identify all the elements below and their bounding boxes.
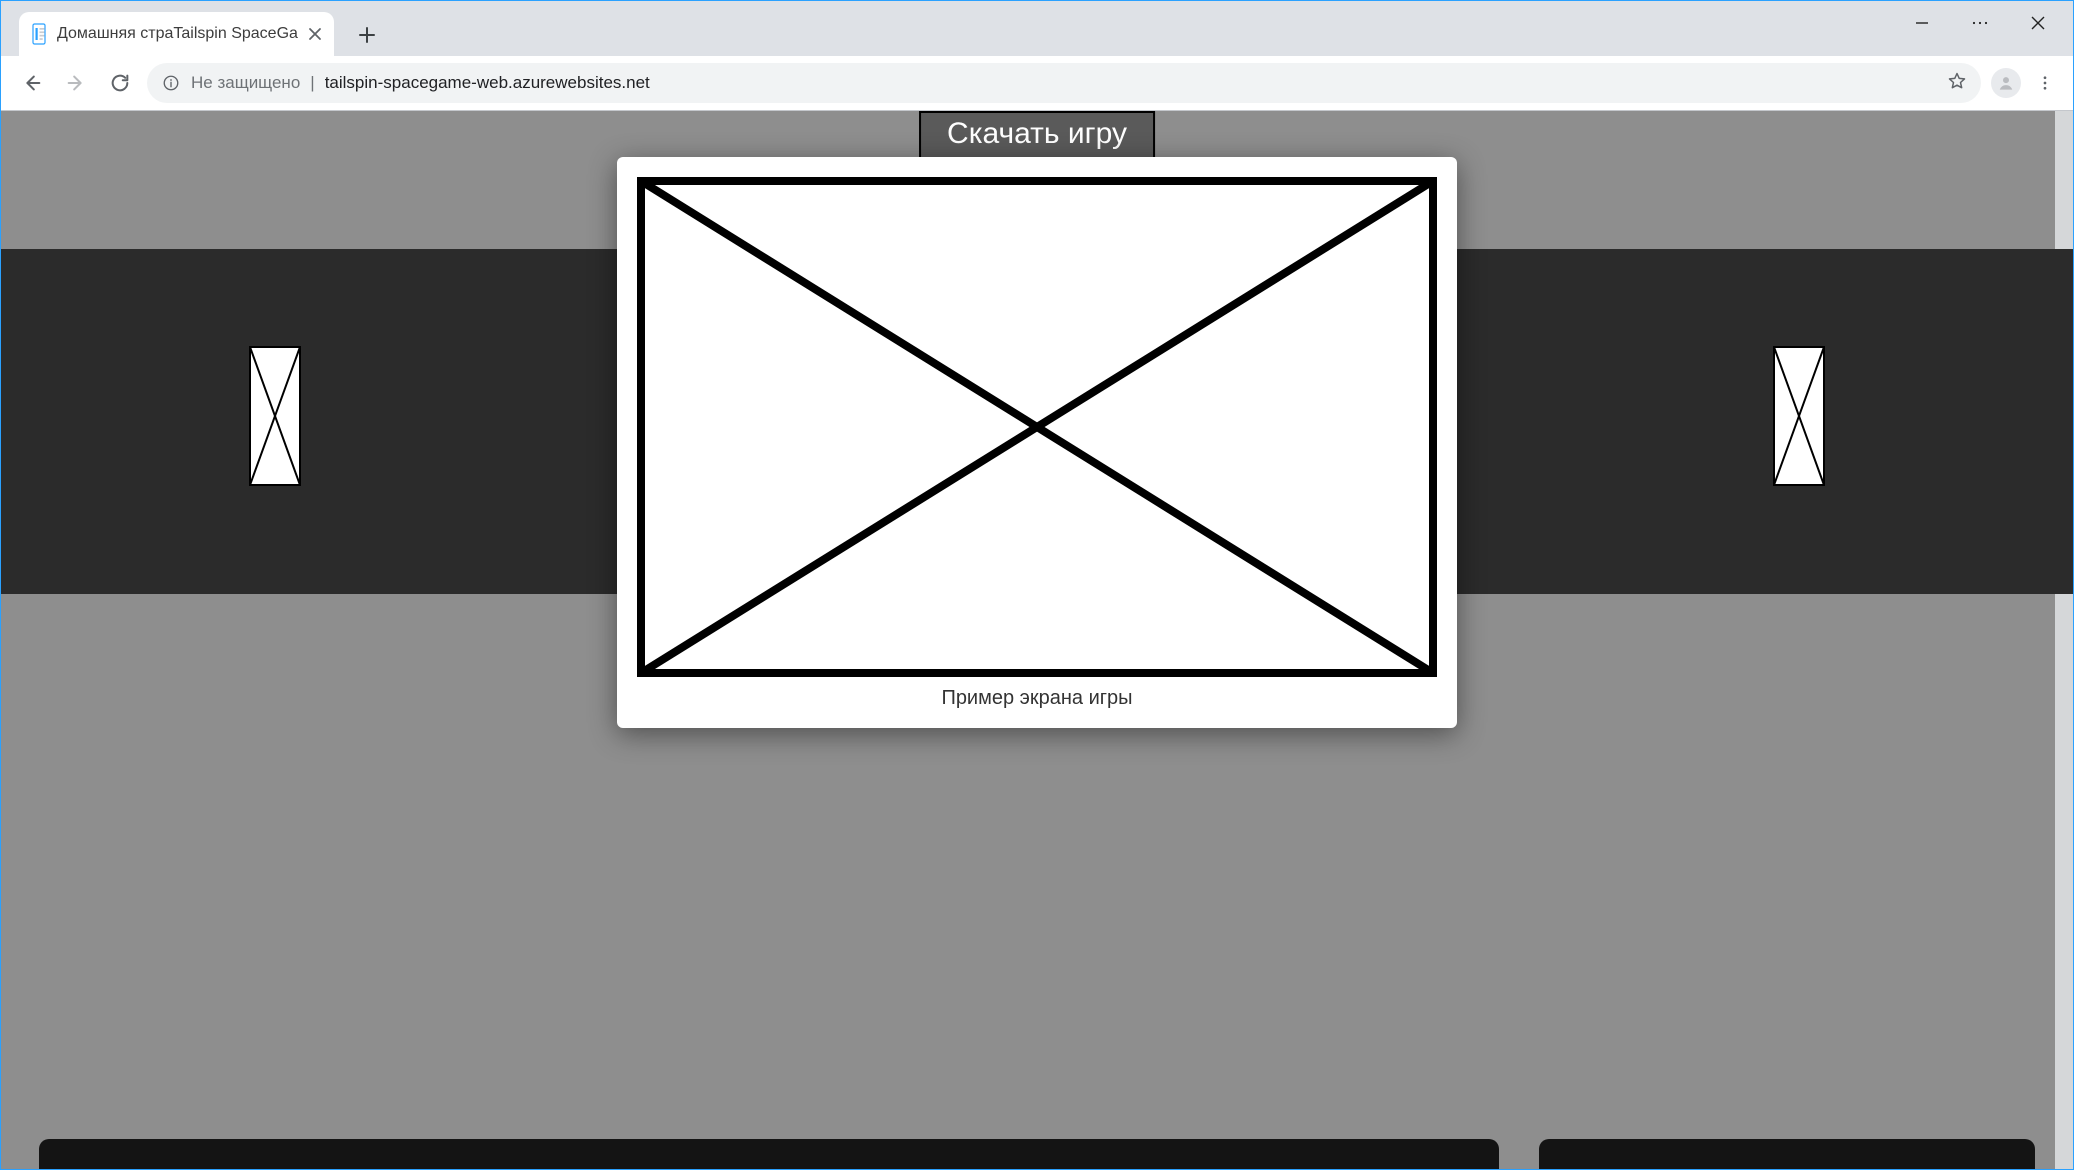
bookmark-star-icon[interactable]	[1947, 71, 1967, 96]
tab-title: Домашняя страTailspin SpaceGame	[57, 25, 298, 43]
browser-toolbar: Не защищено | tailspin-spacegame-web.azu…	[1, 56, 2073, 110]
menu-kebab-button[interactable]	[2031, 69, 2059, 97]
forward-button[interactable]	[59, 66, 93, 100]
profile-avatar-button[interactable]	[1991, 68, 2021, 98]
modal-image-placeholder	[637, 177, 1437, 677]
bottom-tab-2[interactable]	[1539, 1139, 2035, 1169]
download-game-label: Скачать игру	[947, 117, 1127, 150]
modal-caption: Пример экрана игры	[637, 687, 1437, 710]
thumbnail-left[interactable]	[249, 346, 301, 486]
page-bottom-tabs	[39, 1139, 2035, 1169]
info-icon[interactable]	[161, 73, 181, 93]
tab-strip: Домашняя страTailspin SpaceGame	[1, 1, 2073, 56]
tab-title-prefix: Домашняя стра	[57, 25, 173, 42]
new-tab-button[interactable]	[352, 20, 382, 50]
window-maximize-button[interactable]	[1951, 3, 2009, 43]
window-controls	[1893, 3, 2067, 43]
page-viewport: Скачать игру Пример экрана игры	[1, 111, 2073, 1169]
reload-button[interactable]	[103, 66, 137, 100]
url-separator: |	[310, 73, 314, 93]
url-text: tailspin-spacegame-web.azurewebsites.net	[325, 73, 650, 93]
favicon-icon	[31, 23, 49, 45]
bottom-tab-1[interactable]	[39, 1139, 1499, 1169]
window-minimize-button[interactable]	[1893, 3, 1951, 43]
back-button[interactable]	[15, 66, 49, 100]
window-close-button[interactable]	[2009, 3, 2067, 43]
address-bar[interactable]: Не защищено | tailspin-spacegame-web.azu…	[147, 63, 1981, 103]
security-label: Не защищено	[191, 73, 300, 93]
browser-tab-active[interactable]: Домашняя страTailspin SpaceGame	[19, 12, 334, 56]
tab-close-button[interactable]	[306, 25, 324, 43]
image-modal: Пример экрана игры	[617, 157, 1457, 728]
tab-title-main: Tailspin SpaceGame	[173, 25, 298, 42]
browser-chrome: Домашняя страTailspin SpaceGame	[1, 1, 2073, 111]
thumbnail-right[interactable]	[1773, 346, 1825, 486]
